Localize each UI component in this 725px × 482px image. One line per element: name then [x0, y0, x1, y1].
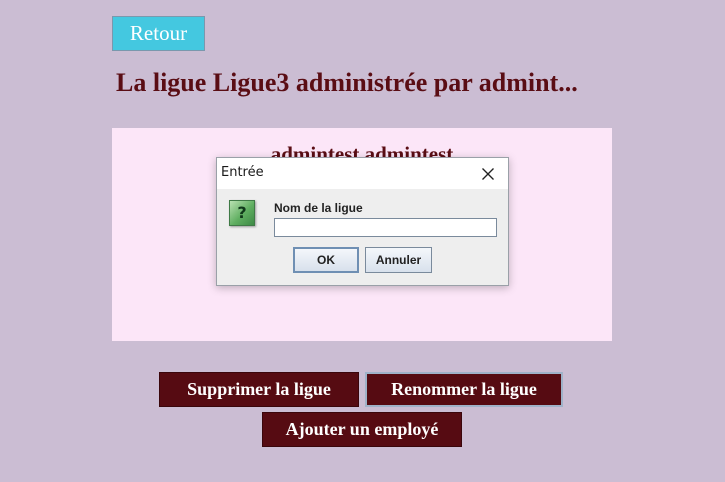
ok-button[interactable]: OK	[293, 247, 359, 273]
close-button[interactable]	[468, 158, 508, 189]
back-button[interactable]: Retour	[112, 16, 205, 51]
league-name-label: Nom de la ligue	[274, 201, 363, 215]
question-icon: ?	[229, 200, 255, 226]
close-icon	[482, 167, 494, 180]
question-glyph: ?	[237, 203, 247, 222]
cancel-button[interactable]: Annuler	[365, 247, 432, 273]
dialog-titlebar[interactable]: Entrée	[217, 158, 508, 189]
delete-league-button[interactable]: Supprimer la ligue	[159, 372, 359, 407]
dialog-title: Entrée	[221, 165, 264, 180]
input-dialog: Entrée ? Nom de la ligue OK Annuler	[216, 157, 509, 286]
rename-league-button[interactable]: Renommer la ligue	[365, 372, 563, 407]
league-name-input[interactable]	[274, 218, 497, 237]
add-employee-button[interactable]: Ajouter un employé	[262, 412, 462, 447]
page-title: La ligue Ligue3 administrée par admint..…	[116, 68, 578, 97]
